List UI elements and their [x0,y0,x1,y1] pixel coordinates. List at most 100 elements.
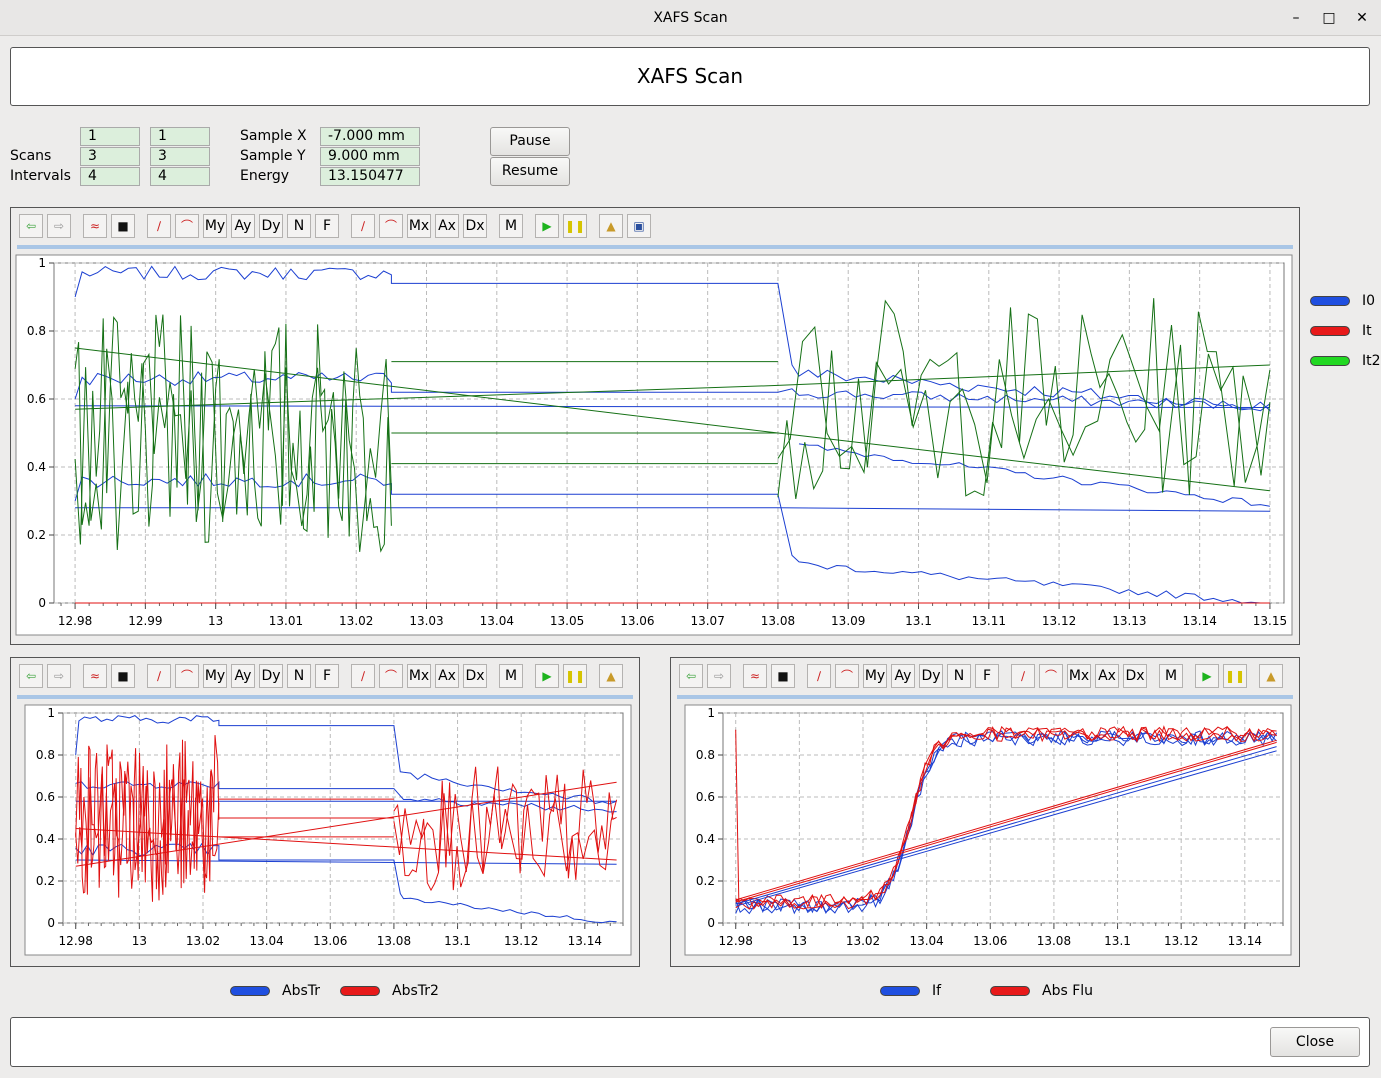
window-titlebar: XAFS Scan [0,0,1381,36]
x-tick-label: 12.99 [128,614,162,628]
close-button[interactable]: Close [1270,1027,1360,1057]
y-tick-label: 0.8 [27,324,46,338]
legend-label: AbsTr [282,983,321,999]
sample-x-label: Sample X [240,128,307,144]
x-tick-label: 13.11 [972,614,1006,628]
x-tick-label: 12.98 [59,934,93,948]
legend-swatch [990,986,1030,996]
x-tick-label: 13.08 [1037,934,1071,948]
plot-canvas[interactable]: 0 0.2 0.4 0.6 0.8 1 12.98 12.99 13 13.01 13.02 13.0… [11,208,1299,644]
x-tick-label: 13.06 [620,614,654,628]
x-tick-label: 13.08 [377,934,411,948]
resume-button[interactable]: Resume [490,157,570,186]
y-tick-label: 0.4 [36,832,55,846]
x-tick-label: 12.98 [58,614,92,628]
x-tick-label: 13.15 [1253,614,1287,628]
scans-field: 3 [80,147,140,166]
x-tick-label: 13.14 [1228,934,1262,948]
legend-swatch [1310,326,1350,336]
legend-item[interactable]: If [880,983,941,999]
plot-area [722,712,1284,924]
x-tick-label: 13 [132,934,147,948]
x-tick-label: 13.14 [568,934,602,948]
sample-x-field: -7.000 mm [320,127,420,146]
legend-item[interactable]: It2 [1310,353,1381,369]
x-tick-label: 13.05 [550,614,584,628]
x-tick-label: 13.02 [846,934,880,948]
scans-label: Scans [10,148,52,164]
x-tick-label: 13.04 [909,934,943,948]
y-tick-label: 0.6 [36,790,55,804]
transmission-plot-panel: ⇦ ⇨ ≈ ■ ∕ ⌒ My Ay Dy N F ∕ ⌒ Mx Ax Dx M ▶ ❚❚ ▲ 0 0.2 0.4 0.6 0.8… [10,657,640,967]
x-tick-label: 13.09 [831,614,865,628]
status-field-2: 1 [150,127,210,146]
x-tick-label: 13.12 [1042,614,1076,628]
legend-label: It2 [1362,353,1381,369]
y-tick-label: 1 [707,706,715,720]
y-tick-label: 0.4 [27,460,46,474]
scan-title-box: XAFS Scan [10,47,1370,106]
y-tick-label: 0.4 [696,832,715,846]
energy-label: Energy [240,168,290,184]
y-tick-label: 0.6 [27,392,46,406]
legend-swatch [230,986,270,996]
x-tick-label: 13.12 [1164,934,1198,948]
x-tick-label: 13.06 [973,934,1007,948]
pause-button[interactable]: Pause [490,127,570,156]
legend-label: Abs Flu [1042,983,1094,999]
legend-item[interactable]: It [1310,323,1372,339]
x-tick-label: 13.03 [409,614,443,628]
legend-item[interactable]: I0 [1310,293,1375,309]
legend-swatch [340,986,380,996]
minimize-icon[interactable]: – [1280,0,1312,36]
x-tick-label: 13.1 [1104,934,1131,948]
y-tick-label: 0.8 [696,748,715,762]
x-tick-label: 13.07 [690,614,724,628]
y-tick-label: 0 [47,916,55,930]
x-tick-label: 13.04 [249,934,283,948]
energy-field: 13.150477 [320,167,420,186]
y-tick-label: 0.6 [696,790,715,804]
legend-label: AbsTr2 [392,983,439,999]
x-tick-label: 13.1 [905,614,932,628]
status-field: 1 [80,127,140,146]
footer-box [10,1017,1370,1067]
legend-swatch [880,986,920,996]
legend-label: If [932,983,942,999]
y-tick-label: 0.8 [36,748,55,762]
x-tick-label: 13.06 [313,934,347,948]
legend-item[interactable]: AbsTr [230,983,320,999]
x-tick-label: 13.02 [186,934,220,948]
y-tick-label: 0 [38,596,46,610]
intervals-field: 4 [80,167,140,186]
y-tick-label: 1 [47,706,55,720]
intervals-label: Intervals [10,168,71,184]
scans-total-field: 3 [150,147,210,166]
legend-label: I0 [1362,293,1376,309]
x-tick-label: 13.14 [1182,614,1216,628]
window-title: XAFS Scan [653,10,728,26]
sample-y-field: 9.000 mm [320,147,420,166]
plot-canvas[interactable]: 0 0.2 0.4 0.6 0.8 1 12.98 13 13.02 13.04 13.06 13.0… [671,658,1299,966]
x-tick-label: 13 [208,614,223,628]
y-tick-label: 0 [707,916,715,930]
x-tick-label: 13.01 [269,614,303,628]
legend-label: It [1362,323,1372,339]
y-tick-label: 0.2 [27,528,46,542]
x-tick-label: 13.02 [339,614,373,628]
close-icon[interactable]: ✕ [1346,0,1378,36]
plot-canvas[interactable]: 0 0.2 0.4 0.6 0.8 1 12.98 13 13.02 13.04 13.06 13.0… [11,658,639,966]
y-tick-label: 0.2 [696,874,715,888]
x-tick-label: 13 [792,934,807,948]
x-tick-label: 13.13 [1112,614,1146,628]
y-tick-label: 1 [38,256,46,270]
x-tick-label: 13.1 [444,934,471,948]
legend-item[interactable]: AbsTr2 [340,983,439,999]
y-tick-label: 0.2 [36,874,55,888]
legend-item[interactable]: Abs Flu [990,983,1093,999]
legend-swatch [1310,296,1350,306]
maximize-icon[interactable]: □ [1313,0,1345,36]
x-tick-label: 13.12 [504,934,538,948]
x-tick-label: 13.08 [761,614,795,628]
x-tick-label: 13.04 [480,614,514,628]
